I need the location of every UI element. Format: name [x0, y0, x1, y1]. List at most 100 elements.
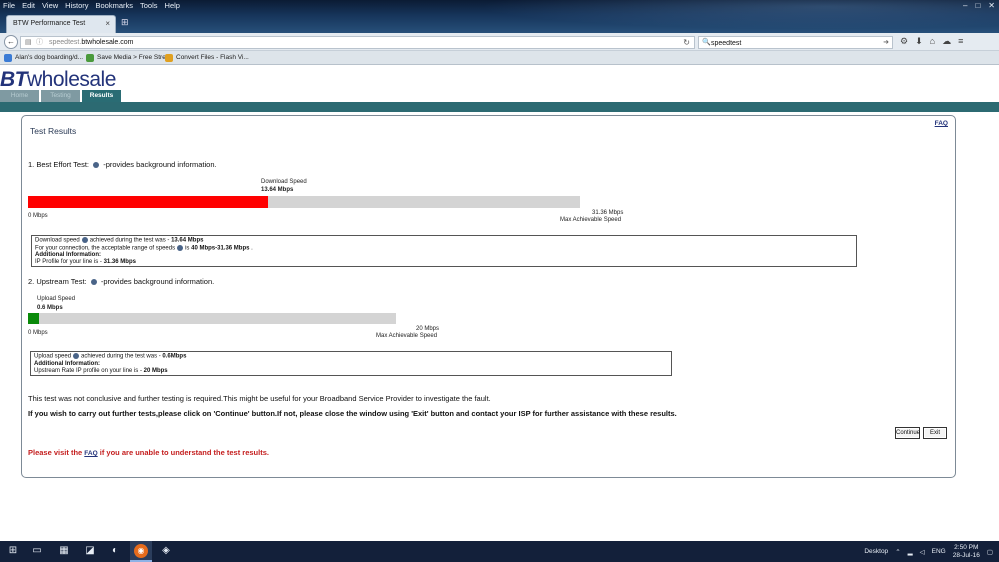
best-effort-heading: 1. Best Effort Test: -provides backgroun…	[28, 160, 217, 169]
system-tray: Desktop ⌃ ▂ ◁ ENG 2:50 PM 28-Jul-16 ▢	[864, 541, 993, 562]
clock-date: 28-Jul-16	[952, 551, 980, 559]
browser-tab[interactable]: BTW Performance Test ×	[6, 15, 116, 33]
page-icon: ▤	[25, 39, 32, 46]
faq-help-message: Please visit the FAQ if you are unable t…	[28, 448, 269, 457]
bookmark-icon	[165, 54, 173, 62]
upload-info-line2: Upstream Rate IP profile on your line is…	[34, 367, 168, 374]
menu-view[interactable]: View	[42, 0, 58, 11]
window-controls: – □ ✕	[963, 1, 995, 10]
upload-max-caption: Max Achievable Speed	[376, 333, 438, 339]
new-tab-icon[interactable]: ⊞	[121, 17, 133, 29]
menu-tools[interactable]: Tools	[140, 0, 158, 11]
faq-link[interactable]: FAQ	[935, 120, 948, 127]
download-max-label: 31.36 Mbps	[592, 210, 624, 216]
desktop-toolbar-label[interactable]: Desktop	[864, 548, 888, 555]
tab-results[interactable]: Results	[82, 90, 121, 102]
upload-info-box: Upload speed achieved during the test was…	[30, 351, 672, 376]
network-icon[interactable]: ▂	[908, 548, 913, 556]
windows-start-icon[interactable]: ⊞	[6, 544, 20, 558]
app-icon[interactable]: ◈	[159, 544, 173, 558]
download-min-label: 0 Mbps	[28, 213, 48, 219]
download-speed-value: 13.64 Mbps	[261, 187, 294, 193]
menu-icon[interactable]: ≡	[958, 35, 963, 48]
search-box[interactable]: 🔍 ➜	[698, 36, 893, 49]
maximize-button[interactable]: □	[975, 1, 980, 10]
close-window-button[interactable]: ✕	[988, 1, 995, 10]
upstream-heading: 2. Upstream Test: -provides background i…	[28, 277, 215, 286]
menu-history[interactable]: History	[65, 0, 88, 11]
tab-testing[interactable]: Testing	[41, 90, 80, 102]
navigation-bar: ← ▤ ⓘ speedtest.btwholesale.com ↻ 🔍 ➜ ⚙ …	[0, 33, 999, 51]
bookmarks-bar: Alan's dog boarding/d... Save Media > Fr…	[0, 51, 999, 65]
info-icon[interactable]	[81, 237, 88, 243]
upload-info-additional: Additional Information:	[34, 360, 100, 367]
info-icon[interactable]	[90, 279, 97, 286]
home-icon[interactable]: ⌂	[930, 35, 935, 48]
info-icon[interactable]: ⓘ	[36, 37, 43, 48]
site-nav-tabs: Home Testing Results	[0, 90, 123, 102]
menu-edit[interactable]: Edit	[22, 0, 35, 11]
download-info-box: Download speed achieved during the test w…	[31, 235, 857, 267]
download-speed-label: Download Speed	[261, 179, 307, 185]
search-go-icon[interactable]: ➜	[883, 37, 889, 48]
download-icon[interactable]: ⬇	[915, 35, 923, 48]
calculator-icon[interactable]: ▦	[57, 544, 71, 558]
language-indicator[interactable]: ENG	[932, 548, 946, 555]
tab-close-icon[interactable]: ×	[105, 19, 110, 28]
address-bar[interactable]: ▤ ⓘ speedtest.btwholesale.com ↻	[20, 36, 695, 49]
bookmark-icon	[4, 54, 12, 62]
windows-taskbar: ⊞ ▭ ▦ ◪ ◐ ◉ ◈ Desktop ⌃ ▂ ◁ ENG 2:50 PM …	[0, 541, 999, 562]
info-icon[interactable]	[93, 162, 100, 169]
download-info-line1: Download speed achieved during the test w…	[35, 237, 204, 244]
upload-info-line1: Upload speed achieved during the test was…	[34, 353, 187, 360]
upload-speed-label: Upload Speed	[37, 296, 76, 302]
continue-button[interactable]: Continue	[895, 427, 920, 439]
bookmark-icon	[86, 54, 94, 62]
exit-button[interactable]: Exit	[923, 427, 947, 439]
instruction-message: If you wish to carry out further tests,p…	[28, 409, 677, 418]
tray-chevron-icon[interactable]: ⌃	[895, 548, 900, 556]
faq-help-link[interactable]: FAQ	[84, 450, 97, 457]
results-panel: FAQ Test Results 1. Best Effort Test: -p…	[21, 115, 956, 478]
url-text: speedtest.btwholesale.com	[49, 39, 134, 46]
download-info-additional: Additional Information:	[35, 252, 101, 259]
upload-speed-fill	[28, 313, 40, 324]
search-icon: 🔍	[702, 39, 711, 46]
firefox-icon[interactable]: ◉	[134, 544, 148, 558]
menu-help[interactable]: Help	[165, 0, 180, 11]
download-max-caption: Max Achievable Speed	[560, 217, 622, 223]
bookmark-item[interactable]: Save Media > Free Stre...	[86, 53, 171, 63]
upload-max-label: 20 Mbps	[416, 326, 440, 332]
download-info-line2: For your connection, the acceptable rang…	[35, 244, 253, 252]
media-app-icon[interactable]: ◐	[108, 544, 122, 558]
bookmark-item[interactable]: Alan's dog boarding/d...	[4, 53, 83, 63]
toolbar-icons: ⚙ ⬇ ⌂ ☁ ≡	[900, 35, 963, 48]
bt-wholesale-logo[interactable]: BTwholesale	[0, 69, 116, 91]
minimize-button[interactable]: –	[963, 1, 967, 10]
menu-file[interactable]: File	[3, 0, 15, 11]
reload-icon[interactable]: ↻	[683, 37, 690, 48]
page-title: Test Results	[30, 126, 77, 136]
bookmark-item[interactable]: Convert Files - Flash Vi...	[165, 53, 249, 63]
upload-speed-bar	[28, 313, 396, 324]
menu-bar: File Edit View History Bookmarks Tools H…	[0, 0, 180, 11]
info-icon[interactable]	[177, 244, 184, 251]
info-icon[interactable]	[73, 353, 80, 359]
download-info-line3: IP Profile for your line is - 31.36 Mbps	[35, 259, 136, 266]
volume-icon[interactable]: ◁	[920, 548, 925, 556]
back-button[interactable]: ←	[4, 35, 18, 49]
header-stripe	[0, 102, 999, 112]
tab-title: BTW Performance Test	[13, 20, 86, 27]
menu-bookmarks[interactable]: Bookmarks	[96, 0, 134, 11]
notes-app-icon[interactable]: ◪	[83, 544, 97, 558]
notifications-icon[interactable]: ▢	[987, 548, 993, 556]
clock[interactable]: 2:50 PM 28-Jul-16	[953, 544, 980, 560]
clock-time: 2:50 PM	[954, 543, 979, 551]
search-input[interactable]	[711, 38, 871, 48]
sync-icon[interactable]: ☁	[942, 35, 951, 48]
download-speed-bar	[28, 196, 580, 208]
task-view-icon[interactable]: ▭	[30, 544, 44, 558]
tab-home[interactable]: Home	[0, 90, 39, 102]
settings-icon[interactable]: ⚙	[900, 35, 908, 48]
download-speed-fill	[28, 196, 269, 208]
